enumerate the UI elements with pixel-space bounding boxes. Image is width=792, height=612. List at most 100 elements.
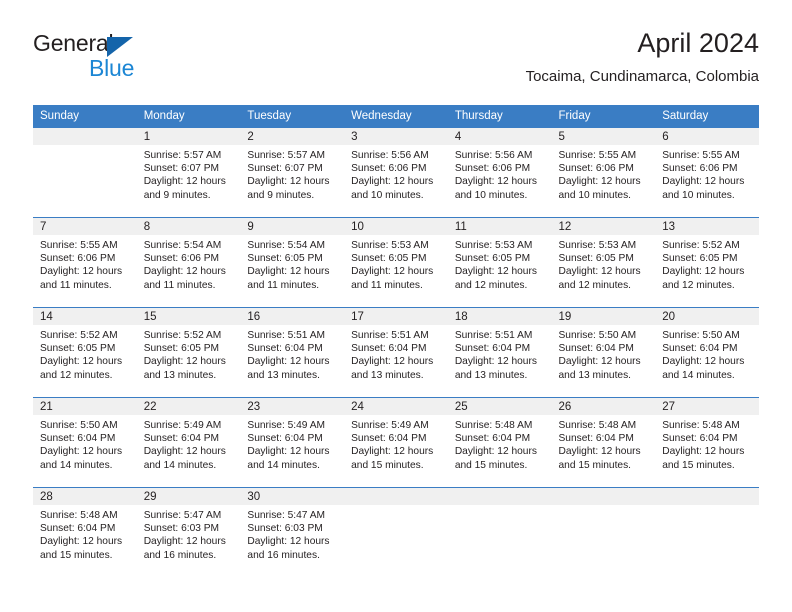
day-number: 4 — [447, 128, 552, 145]
day-details: Sunrise: 5:57 AM Sunset: 6:07 PM Dayligh… — [137, 145, 241, 202]
day-cell[interactable]: 21 Sunrise: 5:50 AM Sunset: 6:04 PM Dayl… — [33, 397, 137, 488]
daylight-text-line2: and 13 minutes. — [143, 369, 217, 381]
day-number: 16 — [240, 308, 345, 325]
daylight-text-line1: Daylight: 12 hours — [454, 446, 537, 458]
weekday-header-wednesday: Wednesday — [351, 110, 412, 122]
daylight-text-line1: Daylight: 12 hours — [143, 356, 226, 368]
day-cell[interactable]: 23 Sunrise: 5:49 AM Sunset: 6:04 PM Dayl… — [240, 397, 345, 488]
day-cell[interactable]: 27 Sunrise: 5:48 AM Sunset: 6:04 PM Dayl… — [655, 397, 759, 488]
day-number: 11 — [447, 218, 552, 235]
daylight-text-line1: Daylight: 12 hours — [40, 356, 123, 368]
day-number: 7 — [33, 218, 137, 235]
day-number: 2 — [240, 128, 345, 145]
day-cell[interactable]: 17 Sunrise: 5:51 AM Sunset: 6:04 PM Dayl… — [344, 307, 448, 398]
sunset-text: Sunset: 6:04 PM — [351, 343, 427, 355]
daylight-text-line1: Daylight: 12 hours — [351, 356, 434, 368]
day-cell[interactable] — [447, 487, 552, 578]
day-details — [33, 145, 137, 149]
sunset-text: Sunset: 6:07 PM — [247, 163, 323, 175]
day-cell[interactable]: 3 Sunrise: 5:56 AM Sunset: 6:06 PM Dayli… — [344, 127, 448, 218]
day-cell[interactable]: 10 Sunrise: 5:53 AM Sunset: 6:05 PM Dayl… — [344, 217, 448, 308]
daylight-text-line2: and 15 minutes. — [558, 459, 632, 471]
daylight-text-line1: Daylight: 12 hours — [558, 176, 641, 188]
day-cell[interactable]: 13 Sunrise: 5:52 AM Sunset: 6:05 PM Dayl… — [655, 217, 759, 308]
day-cell[interactable] — [344, 487, 448, 578]
day-details — [448, 505, 552, 509]
daylight-text-line2: and 14 minutes. — [247, 459, 320, 471]
sunrise-text: Sunrise: 5:51 AM — [351, 330, 429, 341]
day-cell[interactable]: 20 Sunrise: 5:50 AM Sunset: 6:04 PM Dayl… — [655, 307, 759, 398]
day-cell[interactable]: 26 Sunrise: 5:48 AM Sunset: 6:04 PM Dayl… — [551, 397, 656, 488]
sunset-text: Sunset: 6:06 PM — [558, 163, 634, 175]
daylight-text-line1: Daylight: 12 hours — [40, 266, 123, 278]
day-cell[interactable]: 7 Sunrise: 5:55 AM Sunset: 6:06 PM Dayli… — [33, 217, 137, 308]
sunrise-text: Sunrise: 5:57 AM — [143, 150, 222, 161]
day-details: Sunrise: 5:55 AM Sunset: 6:06 PM Dayligh… — [655, 145, 759, 202]
daylight-text-line1: Daylight: 12 hours — [247, 446, 330, 458]
day-details: Sunrise: 5:53 AM Sunset: 6:05 PM Dayligh… — [448, 235, 552, 292]
day-cell[interactable]: 28 Sunrise: 5:48 AM Sunset: 6:04 PM Dayl… — [33, 487, 137, 578]
sunset-text: Sunset: 6:06 PM — [454, 163, 531, 175]
daylight-text-line1: Daylight: 12 hours — [247, 536, 330, 548]
day-cell[interactable]: 16 Sunrise: 5:51 AM Sunset: 6:04 PM Dayl… — [240, 307, 345, 398]
general-blue-logo: General Blue — [33, 30, 233, 86]
day-details: Sunrise: 5:55 AM Sunset: 6:06 PM Dayligh… — [552, 145, 656, 202]
sunset-text: Sunset: 6:06 PM — [662, 163, 738, 175]
day-details: Sunrise: 5:51 AM Sunset: 6:04 PM Dayligh… — [344, 325, 448, 382]
day-cell[interactable]: 24 Sunrise: 5:49 AM Sunset: 6:04 PM Dayl… — [344, 397, 448, 488]
day-details: Sunrise: 5:48 AM Sunset: 6:04 PM Dayligh… — [655, 415, 759, 472]
day-details: Sunrise: 5:49 AM Sunset: 6:04 PM Dayligh… — [240, 415, 344, 472]
day-cell[interactable]: 22 Sunrise: 5:49 AM Sunset: 6:04 PM Dayl… — [136, 397, 241, 488]
weekday-header-saturday: Saturday — [662, 110, 709, 122]
day-details — [552, 505, 656, 509]
sunrise-text: Sunrise: 5:57 AM — [247, 150, 325, 161]
day-cell[interactable] — [551, 487, 656, 578]
daylight-text-line2: and 11 minutes. — [247, 279, 320, 291]
day-details — [655, 505, 759, 509]
daylight-text-line2: and 13 minutes. — [247, 369, 320, 381]
day-cell[interactable]: 1 Sunrise: 5:57 AM Sunset: 6:07 PM Dayli… — [136, 127, 241, 218]
sunrise-text: Sunrise: 5:49 AM — [143, 420, 222, 431]
daylight-text-line2: and 9 minutes. — [247, 189, 315, 201]
day-cell[interactable]: 4 Sunrise: 5:56 AM Sunset: 6:06 PM Dayli… — [447, 127, 552, 218]
sunrise-text: Sunrise: 5:52 AM — [143, 330, 222, 341]
calendar-page: General Blue April 2024 Tocaima, Cundina… — [0, 0, 792, 612]
day-cell[interactable]: 29 Sunrise: 5:47 AM Sunset: 6:03 PM Dayl… — [136, 487, 241, 578]
day-cell[interactable]: 14 Sunrise: 5:52 AM Sunset: 6:05 PM Dayl… — [33, 307, 137, 398]
daylight-text-line1: Daylight: 12 hours — [247, 356, 330, 368]
day-number — [655, 488, 759, 505]
daylight-text-line2: and 15 minutes. — [351, 459, 424, 471]
sunrise-text: Sunrise: 5:50 AM — [40, 420, 118, 431]
day-cell[interactable]: 15 Sunrise: 5:52 AM Sunset: 6:05 PM Dayl… — [136, 307, 241, 398]
day-cell[interactable]: 2 Sunrise: 5:57 AM Sunset: 6:07 PM Dayli… — [240, 127, 345, 218]
daylight-text-line2: and 11 minutes. — [40, 279, 112, 291]
day-cell[interactable] — [655, 487, 759, 578]
day-cell[interactable]: 12 Sunrise: 5:53 AM Sunset: 6:05 PM Dayl… — [551, 217, 656, 308]
day-cell[interactable]: 30 Sunrise: 5:47 AM Sunset: 6:03 PM Dayl… — [240, 487, 345, 578]
daylight-text-line1: Daylight: 12 hours — [662, 176, 745, 188]
day-cell[interactable] — [33, 127, 137, 218]
day-number: 21 — [33, 398, 137, 415]
day-cell[interactable]: 5 Sunrise: 5:55 AM Sunset: 6:06 PM Dayli… — [551, 127, 656, 218]
day-cell[interactable]: 25 Sunrise: 5:48 AM Sunset: 6:04 PM Dayl… — [447, 397, 552, 488]
day-cell[interactable]: 11 Sunrise: 5:53 AM Sunset: 6:05 PM Dayl… — [447, 217, 552, 308]
day-details: Sunrise: 5:51 AM Sunset: 6:04 PM Dayligh… — [448, 325, 552, 382]
sunset-text: Sunset: 6:05 PM — [454, 253, 531, 265]
day-cell[interactable]: 8 Sunrise: 5:54 AM Sunset: 6:06 PM Dayli… — [136, 217, 241, 308]
day-number: 15 — [136, 308, 241, 325]
sunrise-text: Sunrise: 5:54 AM — [247, 240, 325, 251]
daylight-text-line1: Daylight: 12 hours — [143, 446, 226, 458]
sunset-text: Sunset: 6:04 PM — [454, 433, 531, 445]
day-cell[interactable]: 19 Sunrise: 5:50 AM Sunset: 6:04 PM Dayl… — [551, 307, 656, 398]
sunset-text: Sunset: 6:04 PM — [247, 343, 323, 355]
day-number: 28 — [33, 488, 137, 505]
daylight-text-line1: Daylight: 12 hours — [662, 446, 745, 458]
daylight-text-line2: and 16 minutes. — [247, 549, 320, 561]
week-row: 28 Sunrise: 5:48 AM Sunset: 6:04 PM Dayl… — [33, 487, 759, 578]
daylight-text-line1: Daylight: 12 hours — [40, 446, 123, 458]
sunrise-text: Sunrise: 5:56 AM — [454, 150, 533, 161]
sunrise-text: Sunrise: 5:48 AM — [40, 510, 118, 521]
day-cell[interactable]: 9 Sunrise: 5:54 AM Sunset: 6:05 PM Dayli… — [240, 217, 345, 308]
day-cell[interactable]: 18 Sunrise: 5:51 AM Sunset: 6:04 PM Dayl… — [447, 307, 552, 398]
day-cell[interactable]: 6 Sunrise: 5:55 AM Sunset: 6:06 PM Dayli… — [655, 127, 759, 218]
